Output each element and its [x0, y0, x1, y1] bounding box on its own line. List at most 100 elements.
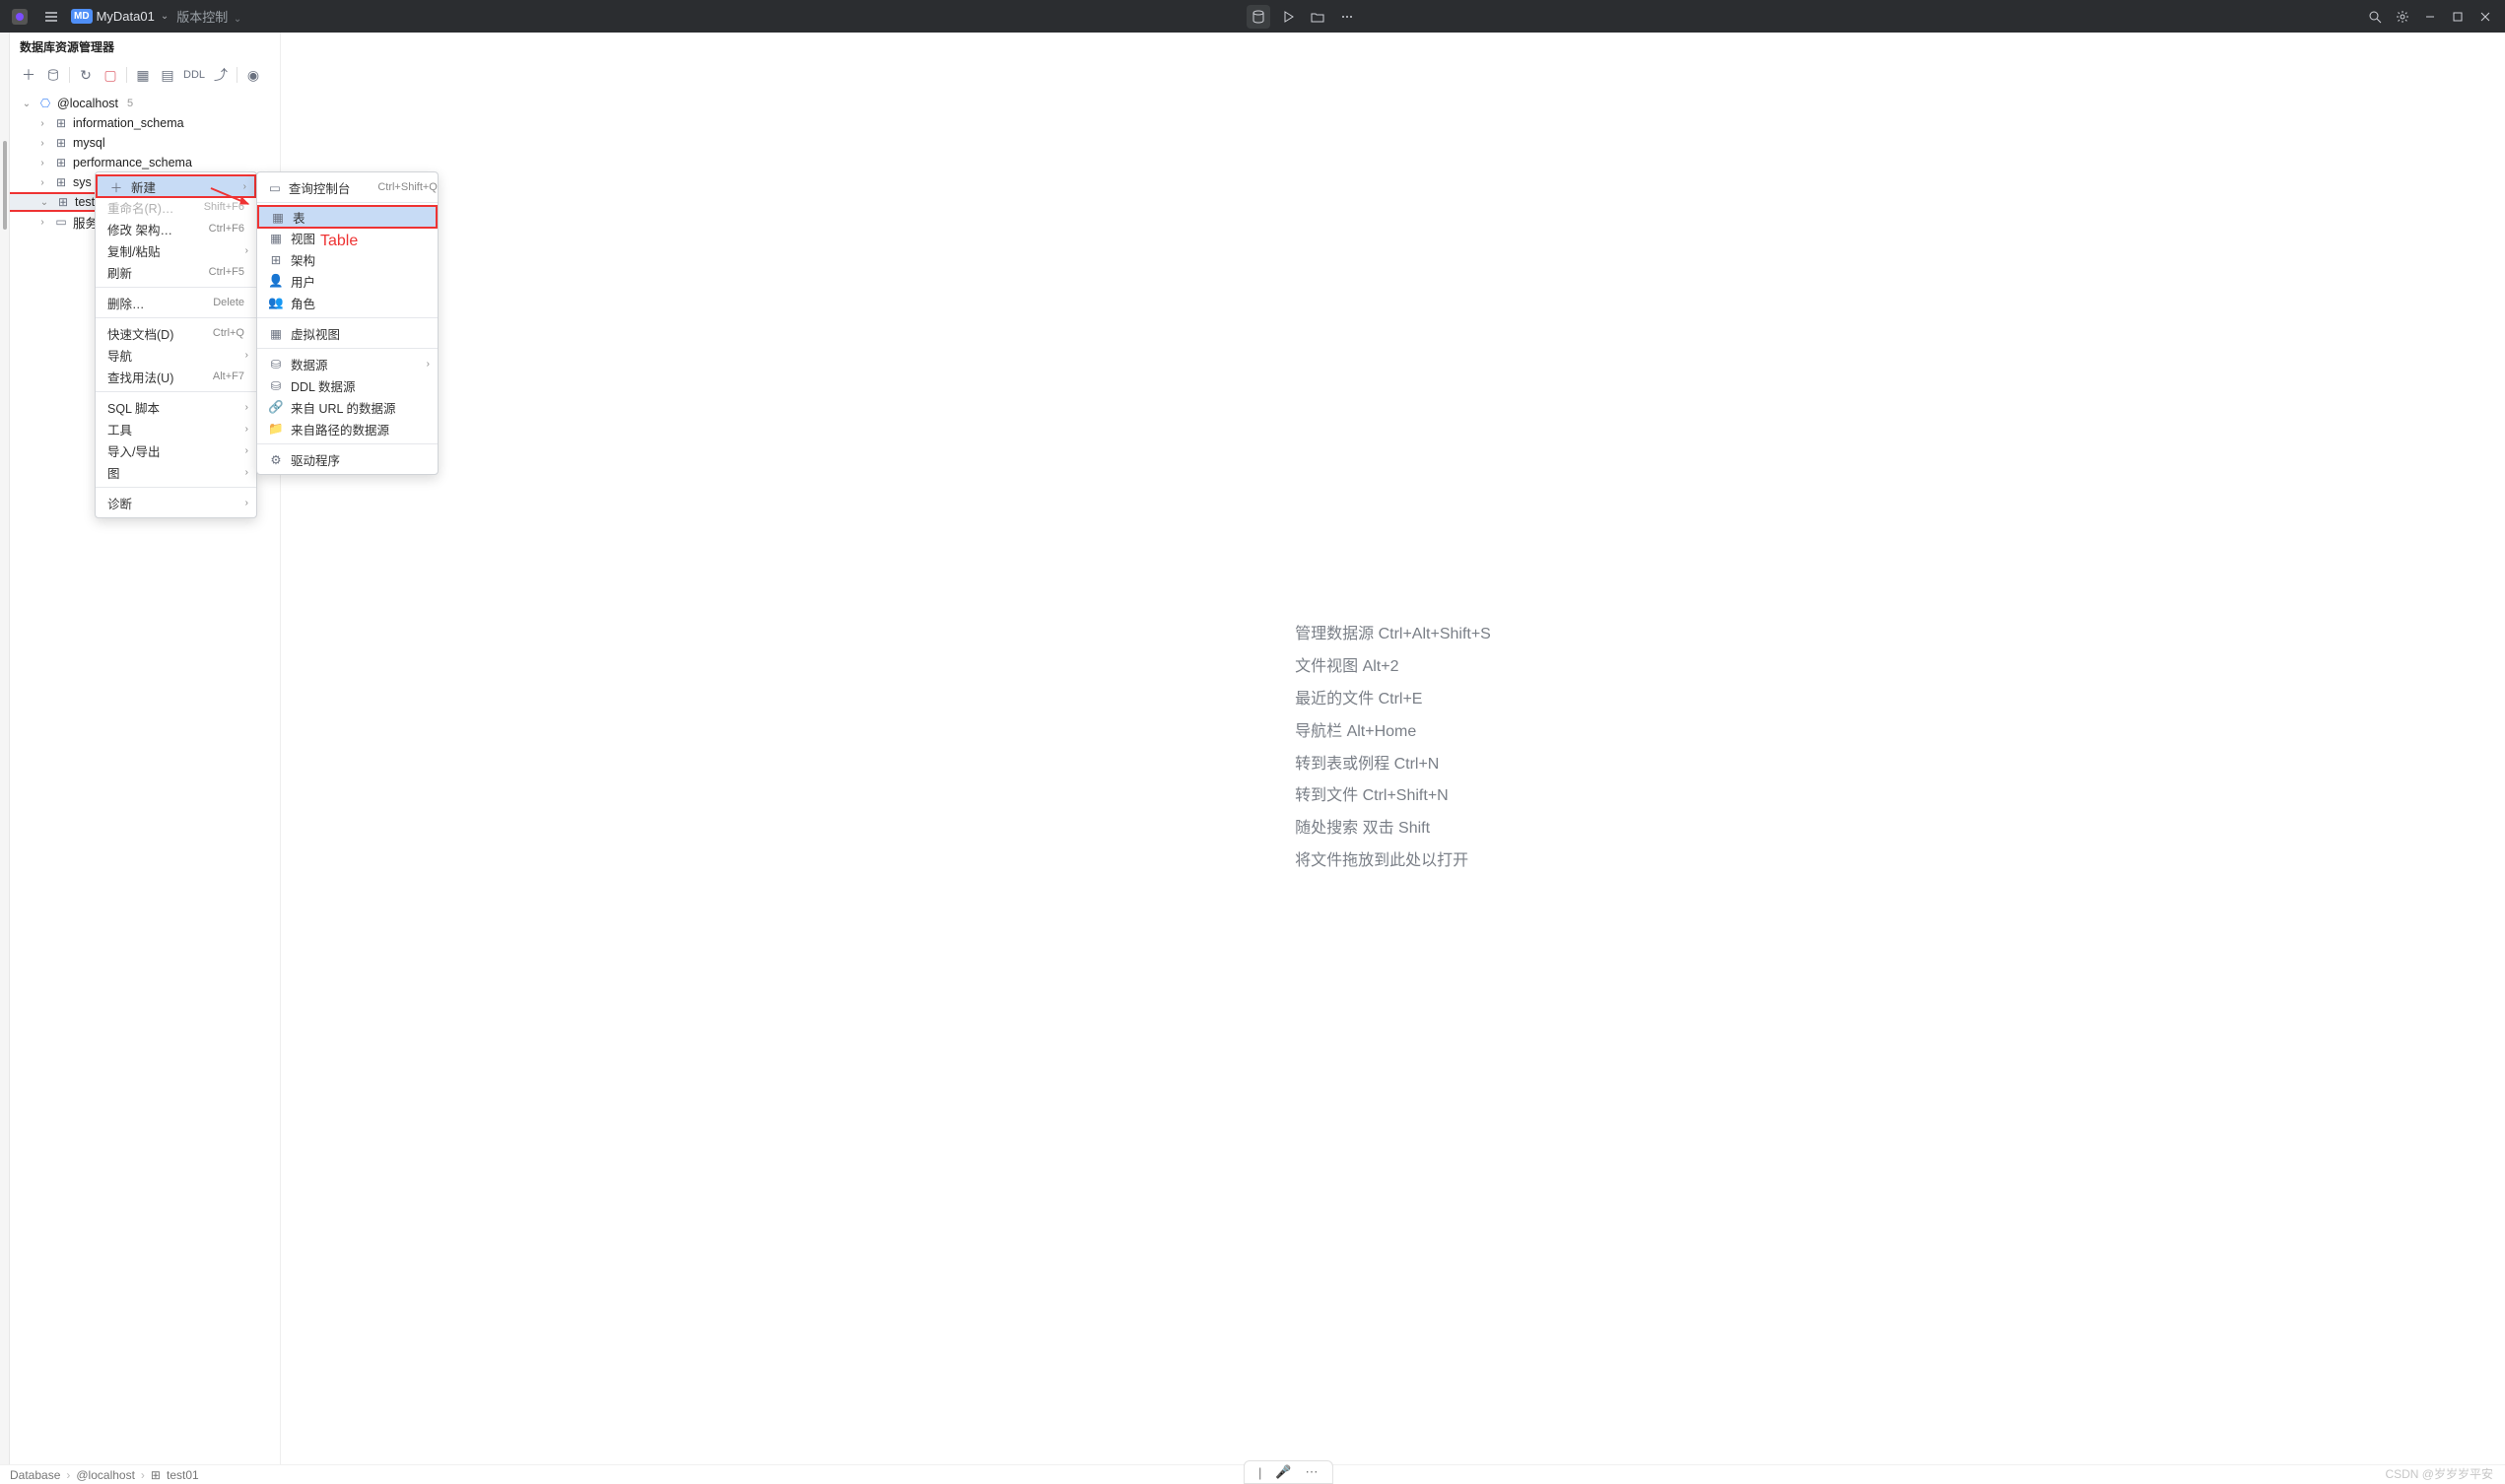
datasource-icon: ⎔ [38, 97, 52, 110]
chevron-down-icon: ⌄ [161, 11, 169, 22]
ctx-rename[interactable]: 重命名(R)… Shift+F6 [96, 196, 256, 218]
shortcut-line: 管理数据源 Ctrl+Alt+Shift+S [1295, 619, 1491, 651]
search-icon[interactable] [2363, 5, 2387, 29]
welcome-shortcuts: 管理数据源 Ctrl+Alt+Shift+S 文件视图 Alt+2 最近的文件 … [1295, 619, 1491, 877]
context-submenu-new: ▭ 查询控制台 Ctrl+Shift+Q ▦ 表 ▦ 视图 ⊞ 架构 👤 用户 … [256, 171, 439, 475]
divider-icon[interactable]: | [1258, 1465, 1261, 1480]
titlebar: MD MyData01 ⌄ 版本控制 ⌄ [0, 0, 2505, 33]
database-icon[interactable] [1247, 5, 1270, 29]
ddl-button[interactable]: DDL [183, 69, 205, 81]
ctx-find-usages[interactable]: 查找用法(U) Alt+F7 [96, 366, 256, 387]
ctx-navigate[interactable]: 导航 › [96, 344, 256, 366]
eye-icon[interactable]: ◉ [244, 66, 262, 84]
stop-icon[interactable]: ▢ [102, 66, 119, 84]
tree-label: sys [73, 175, 92, 189]
tree-label: performance_schema [73, 156, 192, 169]
scrollbar[interactable] [3, 141, 7, 230]
breadcrumb-item[interactable]: @localhost [76, 1468, 135, 1482]
sub-table[interactable]: ▦ 表 [257, 205, 438, 229]
ctx-diagram[interactable]: 图 › [96, 461, 256, 483]
ddl-icon: ⛁ [269, 378, 283, 393]
app-icon [8, 5, 32, 29]
view-icon: ▦ [269, 231, 283, 245]
shortcut-line: 随处搜索 双击 Shift [1295, 813, 1491, 845]
sub-ddl-data-source[interactable]: ⛁ DDL 数据源 [257, 374, 438, 396]
shortcut-line: 文件视图 Alt+2 [1295, 651, 1491, 684]
project-name: MyData01 [97, 9, 155, 24]
folder-icon[interactable] [1306, 5, 1329, 29]
chevron-down-icon[interactable]: ⌄ [20, 99, 34, 109]
run-icon[interactable] [1276, 5, 1300, 29]
tree-label: @localhost [57, 97, 118, 110]
breadcrumb-item[interactable]: Database [10, 1468, 60, 1482]
sub-user[interactable]: 👤 用户 [257, 270, 438, 292]
ctx-delete[interactable]: 删除… Delete [96, 292, 256, 313]
chevron-right-icon: › [245, 467, 248, 478]
sub-driver[interactable]: ⚙ 驱动程序 [257, 448, 438, 470]
maximize-icon[interactable] [2446, 5, 2470, 29]
sub-query-console[interactable]: ▭ 查询控制台 Ctrl+Shift+Q [257, 176, 438, 198]
ctx-modify-schema[interactable]: 修改 架构… Ctrl+F6 [96, 218, 256, 239]
ctx-diagnose[interactable]: 诊断 › [96, 492, 256, 513]
schema-icon: ⊞ [54, 175, 68, 189]
ctx-new[interactable]: ＋ 新建 › [96, 174, 256, 198]
shortcut-line: 将文件拖放到此处以打开 [1295, 845, 1491, 878]
add-icon[interactable]: ＋ [20, 66, 37, 84]
ctx-quick-doc[interactable]: 快速文档(D) Ctrl+Q [96, 322, 256, 344]
sub-data-source[interactable]: ⛁ 数据源 › [257, 353, 438, 374]
more-icon[interactable] [1335, 5, 1359, 29]
datasource-icon[interactable] [44, 66, 62, 84]
jump-icon[interactable]: ⤴ [212, 66, 230, 84]
chevron-right-icon[interactable]: › [35, 138, 49, 149]
sub-schema[interactable]: ⊞ 架构 [257, 248, 438, 270]
ctx-copy-paste[interactable]: 复制/粘贴 › [96, 239, 256, 261]
close-icon[interactable] [2473, 5, 2497, 29]
chevron-right-icon[interactable]: › [35, 118, 49, 129]
tree-item[interactable]: › ⊞ performance_schema [10, 153, 280, 172]
ctx-tools[interactable]: 工具 › [96, 418, 256, 439]
breadcrumb-item[interactable]: test01 [167, 1468, 199, 1482]
table-icon[interactable]: ▤ [159, 66, 176, 84]
schema-icon: ⊞ [54, 116, 68, 130]
vcs-selector[interactable]: 版本控制 ⌄ [176, 7, 241, 26]
sub-url-data-source[interactable]: 🔗 来自 URL 的数据源 [257, 396, 438, 418]
sub-virtual-view[interactable]: ▦ 虚拟视图 [257, 322, 438, 344]
schema-icon: ⊞ [56, 195, 70, 209]
refresh-icon[interactable]: ↻ [77, 66, 95, 84]
chevron-right-icon[interactable]: › [35, 158, 49, 169]
shortcut-line: 转到文件 Ctrl+Shift+N [1295, 780, 1491, 813]
sub-path-data-source[interactable]: 📁 来自路径的数据源 [257, 418, 438, 439]
tree-label: information_schema [73, 116, 184, 130]
shortcut-line: 转到表或例程 Ctrl+N [1295, 749, 1491, 781]
url-icon: 🔗 [269, 400, 283, 415]
shortcut-line: 最近的文件 Ctrl+E [1295, 684, 1491, 716]
gear-icon[interactable] [2391, 5, 2414, 29]
tree-item[interactable]: › ⊞ information_schema [10, 113, 280, 133]
minimize-icon[interactable] [2418, 5, 2442, 29]
chevron-right-icon: › [245, 498, 248, 508]
chevron-right-icon[interactable]: › [35, 217, 49, 228]
ctx-sql-script[interactable]: SQL 脚本 › [96, 396, 256, 418]
chevron-right-icon: › [245, 402, 248, 413]
ctx-import-export[interactable]: 导入/导出 › [96, 439, 256, 461]
more-icon[interactable]: ⋯ [1306, 1464, 1319, 1480]
chevron-right-icon: › [243, 181, 246, 192]
folder-icon: 📁 [269, 422, 283, 437]
console-icon: ▭ [269, 180, 281, 195]
sub-role[interactable]: 👥 角色 [257, 292, 438, 313]
main-menu-icon[interactable] [39, 5, 63, 29]
diagram-icon[interactable]: ▦ [134, 66, 152, 84]
chevron-right-icon[interactable]: › [35, 177, 49, 188]
schema-icon: ⊞ [54, 156, 68, 169]
bottom-toolbar: | 🎤 ⋯ [1244, 1460, 1333, 1484]
main: 管理数据源 Ctrl+Alt+Shift+S 文件视图 Alt+2 最近的文件 … [281, 33, 2505, 1464]
ctx-refresh[interactable]: 刷新 Ctrl+F5 [96, 261, 256, 283]
user-icon: 👤 [269, 274, 283, 289]
mic-icon[interactable]: 🎤 [1275, 1464, 1291, 1480]
chevron-down-icon[interactable]: ⌄ [37, 197, 51, 208]
tree-item[interactable]: › ⊞ mysql [10, 133, 280, 153]
tree-root[interactable]: ⌄ ⎔ @localhost 5 [10, 94, 280, 113]
project-selector[interactable]: MD MyData01 ⌄ [71, 9, 169, 24]
chevron-down-icon: ⌄ [234, 14, 241, 25]
schema-icon: ⊞ [151, 1468, 161, 1482]
